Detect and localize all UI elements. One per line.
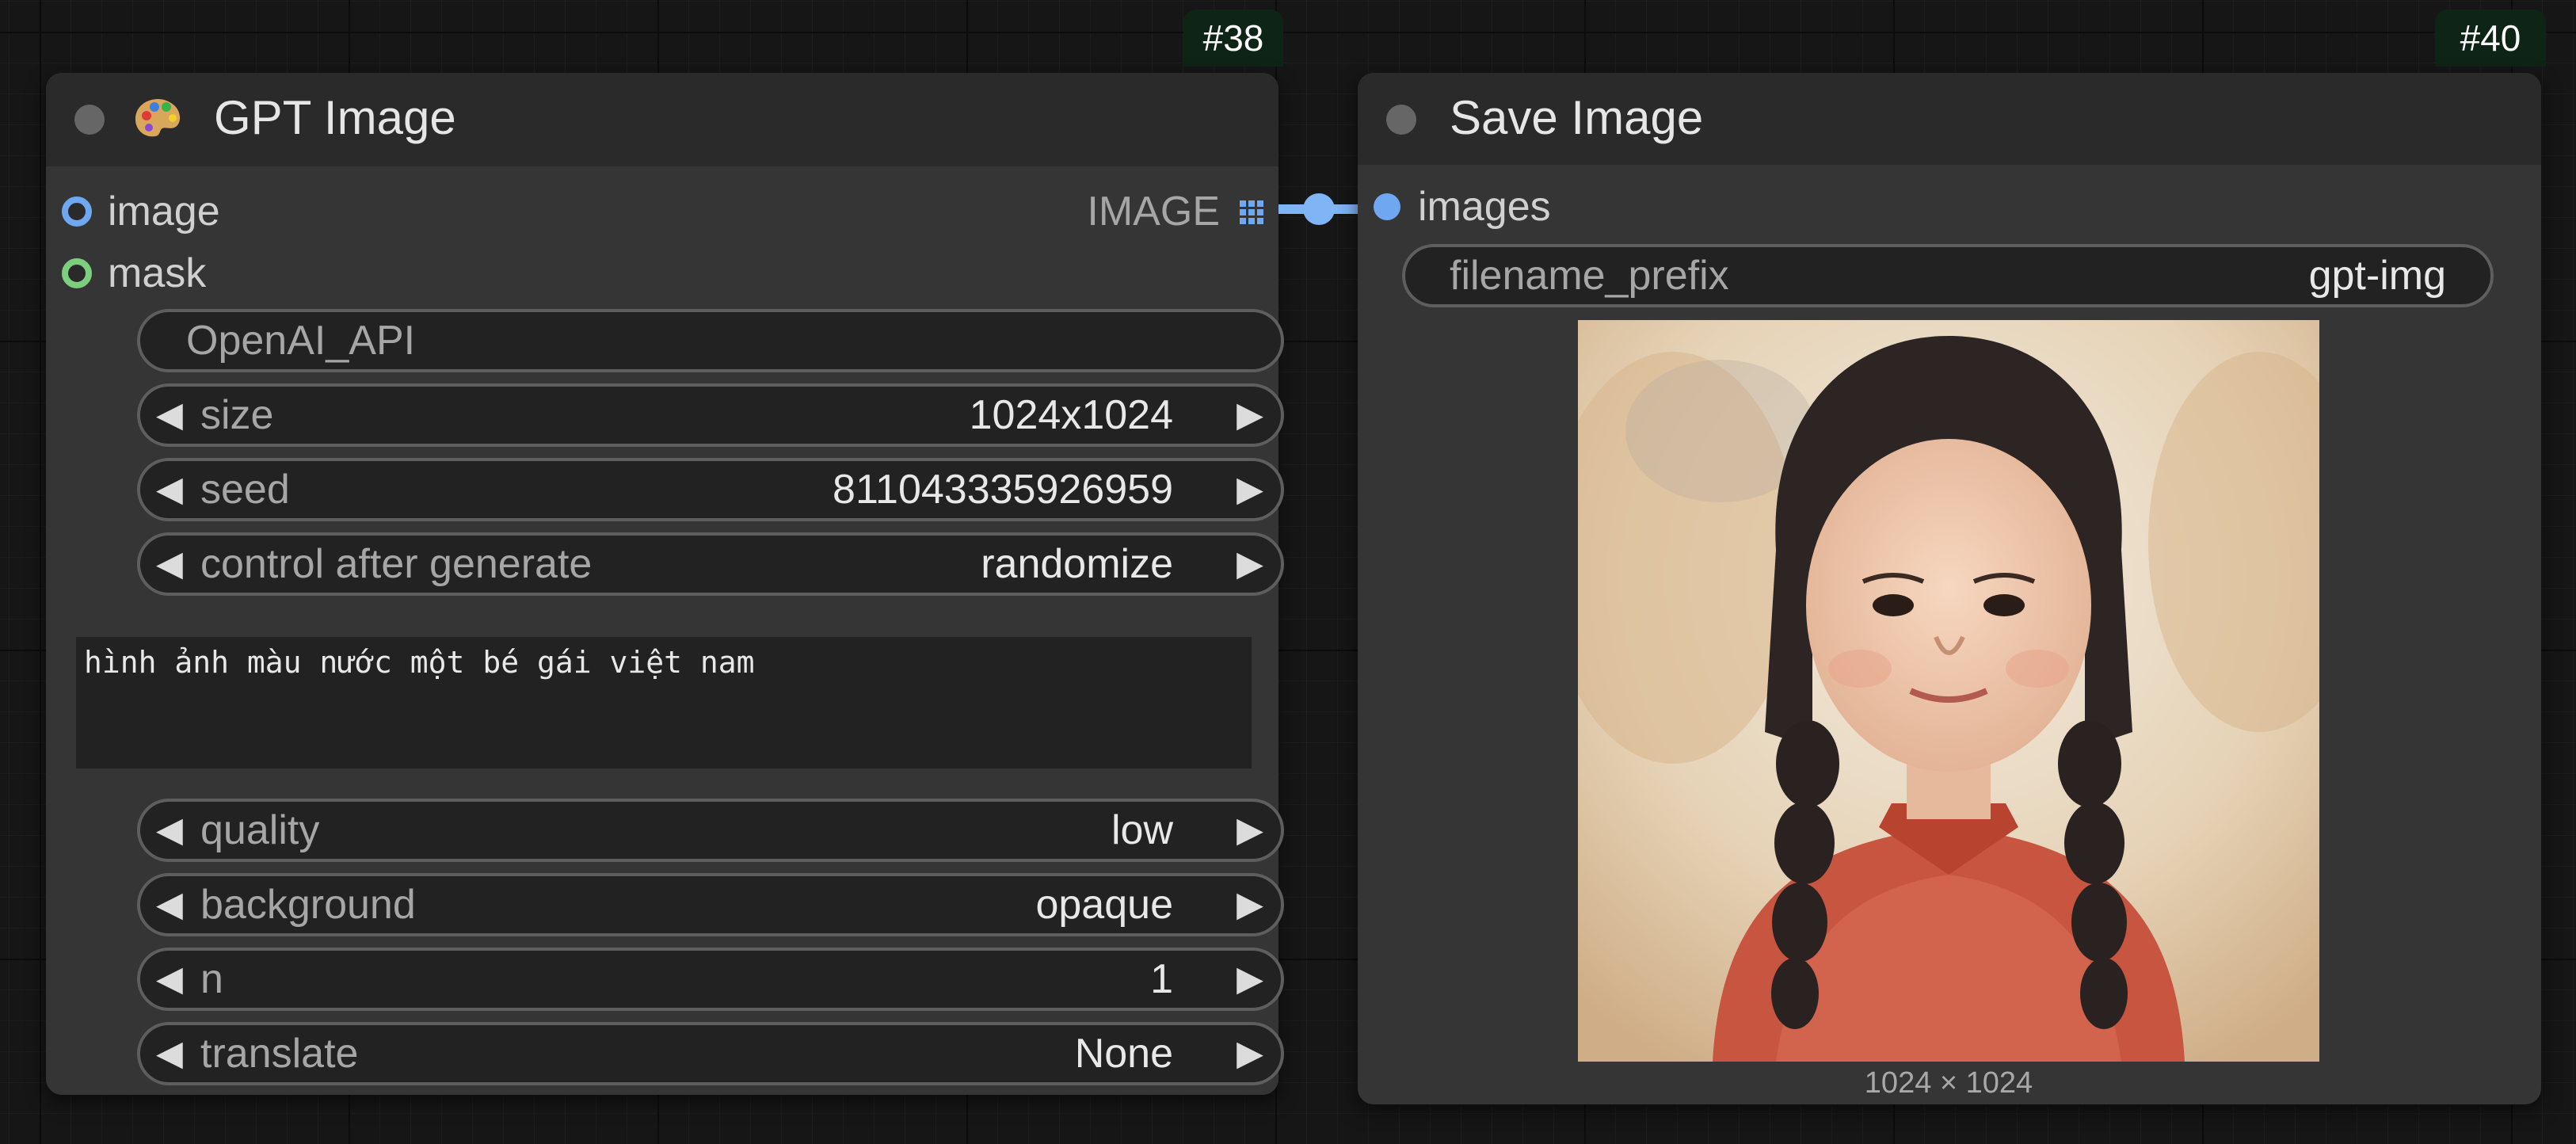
widget-value: 1024x1024 [969,392,1173,438]
widget-label: background [200,882,416,928]
n-number[interactable]: ◀ n 1 ▶ [137,948,1284,1011]
increment-arrow-icon[interactable]: ▶ [1237,802,1263,859]
widget-label: n [200,956,223,1002]
decrement-arrow-icon[interactable]: ◀ [156,802,183,859]
node-title: Save Image [1450,91,1704,144]
image-preview[interactable] [1578,320,2319,1062]
increment-arrow-icon[interactable]: ▶ [1237,876,1263,933]
api-field-label: OpenAI_API [186,318,416,364]
widget-value: None [1074,1031,1173,1077]
mask-input-slot[interactable] [62,258,92,288]
increment-arrow-icon[interactable]: ▶ [1237,461,1263,518]
increment-arrow-icon[interactable]: ▶ [1237,951,1263,1008]
translate-combo[interactable]: ◀ translate None ▶ [137,1022,1284,1085]
grid-output-icon[interactable] [1239,200,1264,229]
decrement-arrow-icon[interactable]: ◀ [156,1025,183,1082]
images-input-slot[interactable] [1374,193,1400,220]
decrement-arrow-icon[interactable]: ◀ [156,461,183,518]
api-key-field[interactable]: OpenAI_API [137,309,1284,372]
image-input-slot[interactable] [62,196,92,227]
size-combo[interactable]: ◀ size 1024x1024 ▶ [137,383,1284,447]
widget-label: translate [200,1031,359,1077]
filename-prefix-field[interactable]: filename_prefix gpt-img [1402,244,2494,307]
increment-arrow-icon[interactable]: ▶ [1237,1025,1263,1082]
save-image-node[interactable]: Save Image images filename_prefix gpt-im… [1358,73,2541,1104]
node-id-badge: #40 [2435,10,2546,67]
image-input-label: image [108,189,220,235]
image-output-label: IMAGE [1087,189,1220,235]
widget-label: quality [200,807,320,853]
gpt-image-node[interactable]: GPT Image image mask IMAGE OpenAI_API ◀ … [46,73,1284,1095]
palette-icon [133,97,184,145]
quality-combo[interactable]: ◀ quality low ▶ [137,799,1284,862]
widget-value: 1 [1150,956,1173,1002]
widget-label: seed [200,467,290,513]
decrement-arrow-icon[interactable]: ◀ [156,387,183,444]
widget-value: randomize [981,541,1173,587]
seed-number[interactable]: ◀ seed 811043335926959 ▶ [137,458,1284,521]
node-header[interactable]: GPT Image [46,73,1278,166]
node-title: GPT Image [214,91,456,144]
prompt-textarea[interactable]: hình ảnh màu nước một bé gái việt nam [76,637,1252,768]
link-center-handle[interactable] [1303,193,1335,225]
increment-arrow-icon[interactable]: ▶ [1237,536,1263,593]
background-combo[interactable]: ◀ background opaque ▶ [137,873,1284,936]
decrement-arrow-icon[interactable]: ◀ [156,951,183,1008]
widget-value: low [1111,807,1173,853]
widget-label: control after generate [200,541,593,587]
decrement-arrow-icon[interactable]: ◀ [156,536,183,593]
widget-value: opaque [1035,882,1173,928]
decrement-arrow-icon[interactable]: ◀ [156,876,183,933]
widget-label: size [200,392,274,438]
node-header[interactable]: Save Image [1358,73,2541,165]
preview-size-caption: 1024 × 1024 [1864,1066,2033,1100]
increment-arrow-icon[interactable]: ▶ [1237,387,1263,444]
widget-value: 811043335926959 [833,467,1173,513]
images-input-label: images [1418,184,1551,230]
collapse-dot[interactable] [1386,105,1416,135]
widget-value: gpt-img [2308,253,2446,299]
mask-input-label: mask [108,250,207,296]
collapse-dot[interactable] [74,105,105,135]
widget-label: filename_prefix [1450,253,1729,299]
node-id-badge: #38 [1183,10,1283,67]
control-after-generate-combo[interactable]: ◀ control after generate randomize ▶ [137,532,1284,596]
